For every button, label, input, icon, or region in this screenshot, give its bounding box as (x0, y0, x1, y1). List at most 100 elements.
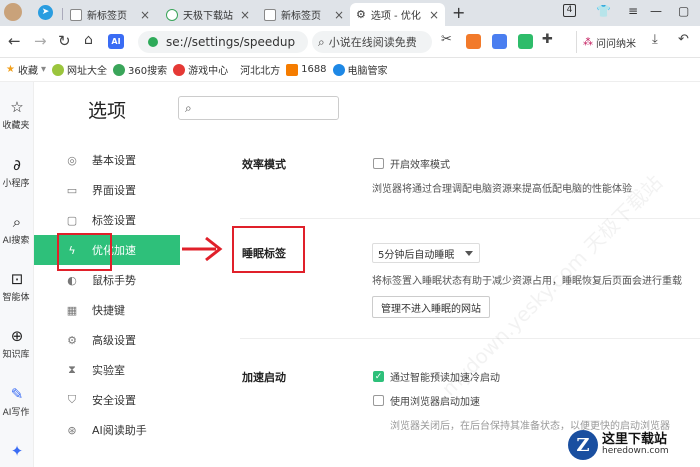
avatar[interactable] (4, 3, 22, 21)
globe-icon (52, 63, 64, 76)
settings-nav: ◎ 基本设置 ▭ 界面设置 ▢ 标签设置 ϟ 优化加速 ◐ 鼠标手势 ▦ 快捷键 ⚙ 高级设置… (34, 145, 180, 445)
sleep-timeout-select[interactable]: 5分钟后自动睡眠 (372, 243, 480, 263)
home-icon[interactable]: ⌂ (84, 32, 93, 48)
tab-tianji[interactable]: 天极下载站 × (160, 3, 256, 26)
tab-label: 新标签页 (281, 11, 321, 22)
rail-mini-programs[interactable]: ∂ 小程序 (0, 156, 34, 189)
search-box[interactable]: ⌕ 小说在线阅读免费 (312, 31, 432, 53)
star-icon: ★ (6, 64, 15, 75)
star-icon: ☆ (10, 98, 24, 116)
close-icon[interactable]: × (240, 8, 250, 22)
shield-icon (332, 63, 345, 76)
wechat-extension-icon[interactable] (518, 34, 533, 49)
tab-separator (62, 8, 63, 20)
checkbox-checked[interactable]: ✓ (373, 371, 384, 382)
tab-label: 选项 - 优化 (370, 11, 421, 22)
efficiency-mode-checkbox[interactable]: 开启效率模式 (373, 156, 450, 171)
nav-ai-reader[interactable]: ⊛ AI阅读助手 (34, 415, 180, 445)
tab-newtab-2[interactable]: 新标签页 × (258, 3, 350, 26)
undo-icon[interactable]: ↶ (678, 32, 689, 47)
reload-icon[interactable]: ↻ (58, 32, 71, 50)
back-icon[interactable]: ← (8, 32, 21, 50)
nav-interface-settings[interactable]: ▭ 界面设置 (34, 175, 180, 205)
rail-ai-search[interactable]: ⌕ AI搜索 (0, 213, 34, 246)
checkbox-box[interactable] (373, 395, 384, 406)
shirt-icon[interactable]: 👕 (596, 4, 611, 18)
new-tab-button[interactable]: + (452, 3, 465, 22)
nav-lab[interactable]: ⧗ 实验室 (34, 355, 180, 385)
puzzle-icon[interactable]: ✚ (542, 32, 553, 47)
nav-tab-settings[interactable]: ▢ 标签设置 (34, 205, 180, 235)
close-icon[interactable]: × (140, 8, 150, 22)
bookmark-pc-manager[interactable]: 电脑管家 (332, 62, 388, 77)
maximize-icon[interactable]: ▢ (678, 4, 689, 18)
annotation-arrow (182, 236, 223, 262)
settings-search[interactable]: ⌕ (178, 96, 339, 120)
efficiency-description: 浏览器将通过合理调配电脑资源来提高低配电脑的性能体验 (372, 184, 632, 195)
checkbox-label: 使用浏览器启动加速 (390, 397, 480, 408)
tab-label: 天极下载站 (183, 11, 233, 22)
logo-mark: Z (568, 430, 598, 460)
close-icon[interactable]: × (429, 8, 439, 22)
checkbox-label: 开启效率模式 (390, 160, 450, 171)
scissors-icon[interactable]: ✂ (441, 32, 452, 47)
rail-knowledge[interactable]: ⊕ 知识库 (0, 327, 34, 360)
minimize-icon[interactable]: — (650, 4, 662, 18)
nav-security[interactable]: ⛉ 安全设置 (34, 385, 180, 415)
secure-icon (148, 37, 158, 47)
app-rail: ☆ 收藏夹 ∂ 小程序 ⌕ AI搜索 ⊡ 智能体 ⊕ 知识库 ✎ AI写作 ✦ (0, 82, 34, 467)
url-text: se://settings/speedup (166, 35, 296, 49)
highlight-nav-box (57, 233, 112, 271)
nav-shortcuts[interactable]: ▦ 快捷键 (34, 295, 180, 325)
tab-settings[interactable]: ⚙ 选项 - 优化 × (350, 3, 445, 26)
search-icon: ⌕ (12, 213, 22, 231)
checkbox-box[interactable] (373, 158, 384, 169)
tab-count-button[interactable]: 4 (563, 4, 576, 17)
telegram-icon[interactable]: ➤ (38, 5, 53, 20)
keyboard-icon: ▦ (66, 303, 78, 317)
select-value: 5分钟后自动睡眠 (378, 249, 455, 261)
bookmarks-bar: ★ 收藏 ▾ 网址大全 360搜索 游戏中心 河北北方 1688 电脑管家 (0, 58, 700, 82)
rail-favorites[interactable]: ☆ 收藏夹 (0, 98, 34, 131)
rail-agent[interactable]: ⊡ 智能体 (0, 270, 34, 303)
bookmark-1688[interactable]: 1688 (286, 63, 327, 76)
nav-advanced-settings[interactable]: ⚙ 高级设置 (34, 325, 180, 355)
game-extension-icon[interactable] (466, 34, 481, 49)
ai-icon[interactable]: AI (108, 34, 124, 49)
bookmark-directory[interactable]: 网址大全 (52, 62, 107, 77)
bookmark-360-search[interactable]: 360搜索 (113, 62, 167, 77)
rail-ai-writing[interactable]: ✎ AI写作 (0, 385, 34, 418)
site-logo: Z 这里下载站 heredown.com (568, 430, 669, 460)
extension-icon[interactable] (492, 34, 507, 49)
url-bar[interactable]: se://settings/speedup (138, 31, 308, 53)
page-icon (264, 8, 276, 21)
bookmark-favorites[interactable]: ★ 收藏 ▾ (6, 62, 46, 77)
download-icon[interactable]: ⤓ (652, 32, 658, 47)
menu-icon[interactable]: ≡ (628, 4, 638, 18)
logo-subtitle: heredown.com (602, 446, 669, 457)
search-text: 小说在线阅读免费 (328, 36, 417, 49)
1688-icon (286, 63, 299, 76)
bookmark-hebei[interactable]: 河北北方 (240, 62, 280, 77)
search-icon: ⌕ (185, 100, 192, 115)
divider (240, 338, 700, 339)
rail-sparkle[interactable]: ✦ (0, 442, 34, 462)
gear-icon: ⚙ (356, 8, 366, 21)
manage-sleep-exceptions-button[interactable]: 管理不进入睡眠的网站 (372, 296, 490, 318)
bookmark-game-center[interactable]: 游戏中心 (173, 62, 228, 77)
sleep-description: 将标签置入睡眠状态有助于减少资源占用，睡眠恢复后页面会进行重载 (372, 276, 682, 287)
close-icon[interactable]: × (334, 8, 344, 22)
tab-newtab-1[interactable]: 新标签页 × (64, 3, 156, 26)
agent-icon: ⊡ (10, 270, 24, 288)
mouse-icon: ◐ (67, 273, 77, 287)
ask-nami-button[interactable]: ⁂ 问问纳米 (576, 31, 642, 53)
startup-boost-checkbox[interactable]: 使用浏览器启动加速 (373, 393, 480, 408)
refresh-icon (166, 8, 178, 21)
pen-icon: ✎ (10, 385, 24, 403)
ask-label: 问问纳米 (596, 38, 636, 50)
settings-search-input[interactable] (195, 102, 326, 114)
chevron-down-icon (465, 251, 473, 256)
mini-program-icon: ∂ (13, 156, 21, 174)
nav-basic-settings[interactable]: ◎ 基本设置 (34, 145, 180, 175)
forward-icon[interactable]: → (34, 32, 47, 50)
